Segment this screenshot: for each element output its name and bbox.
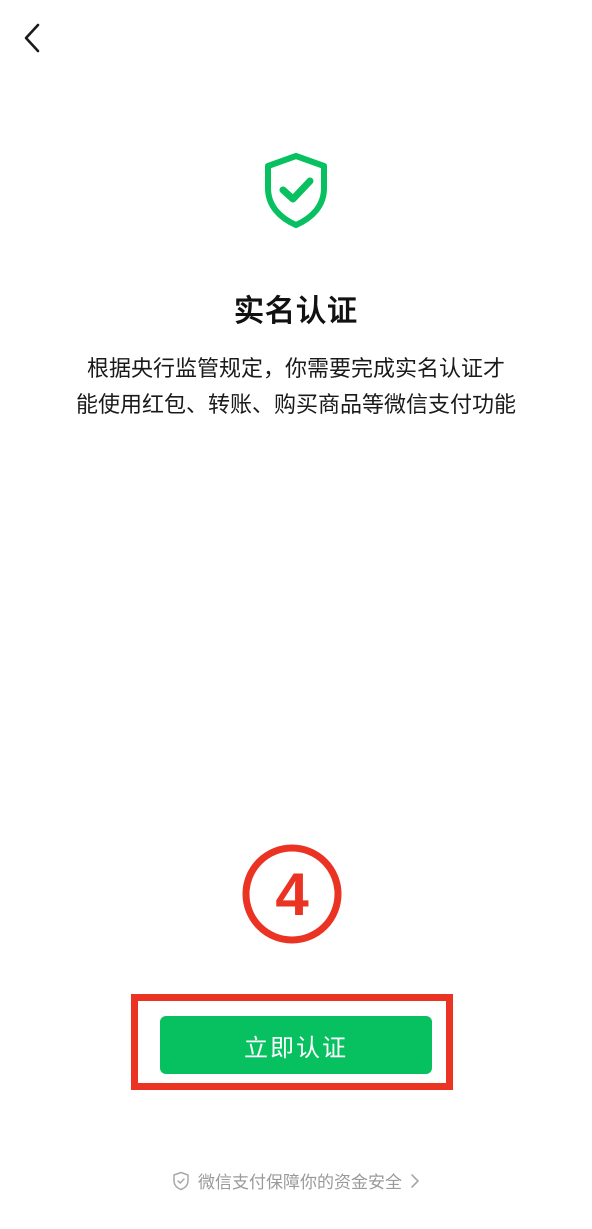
description-line: 根据央行监管规定，你需要完成实名认证才	[86, 357, 505, 382]
step-number-marker: 4	[242, 844, 342, 944]
verify-now-button[interactable]: 立即认证	[160, 1016, 432, 1074]
chevron-right-icon	[411, 1173, 419, 1188]
description: 根据央行监管规定，你需要完成实名认证才 能使用红包、转账、购买商品等微信支付功能	[40, 352, 552, 424]
back-button[interactable]	[12, 18, 52, 58]
page-title: 实名认证	[234, 294, 358, 329]
security-guarantee-text: 微信支付保障你的资金安全	[198, 1173, 402, 1193]
description-line: 能使用红包、转账、购买商品等微信支付功能	[75, 393, 516, 418]
security-guarantee-link[interactable]: 微信支付保障你的资金安全	[0, 1168, 592, 1193]
shield-check-icon	[265, 153, 327, 228]
step-number: 4	[275, 861, 309, 928]
shield-outline-icon	[173, 1171, 189, 1190]
chevron-left-icon	[24, 23, 40, 53]
